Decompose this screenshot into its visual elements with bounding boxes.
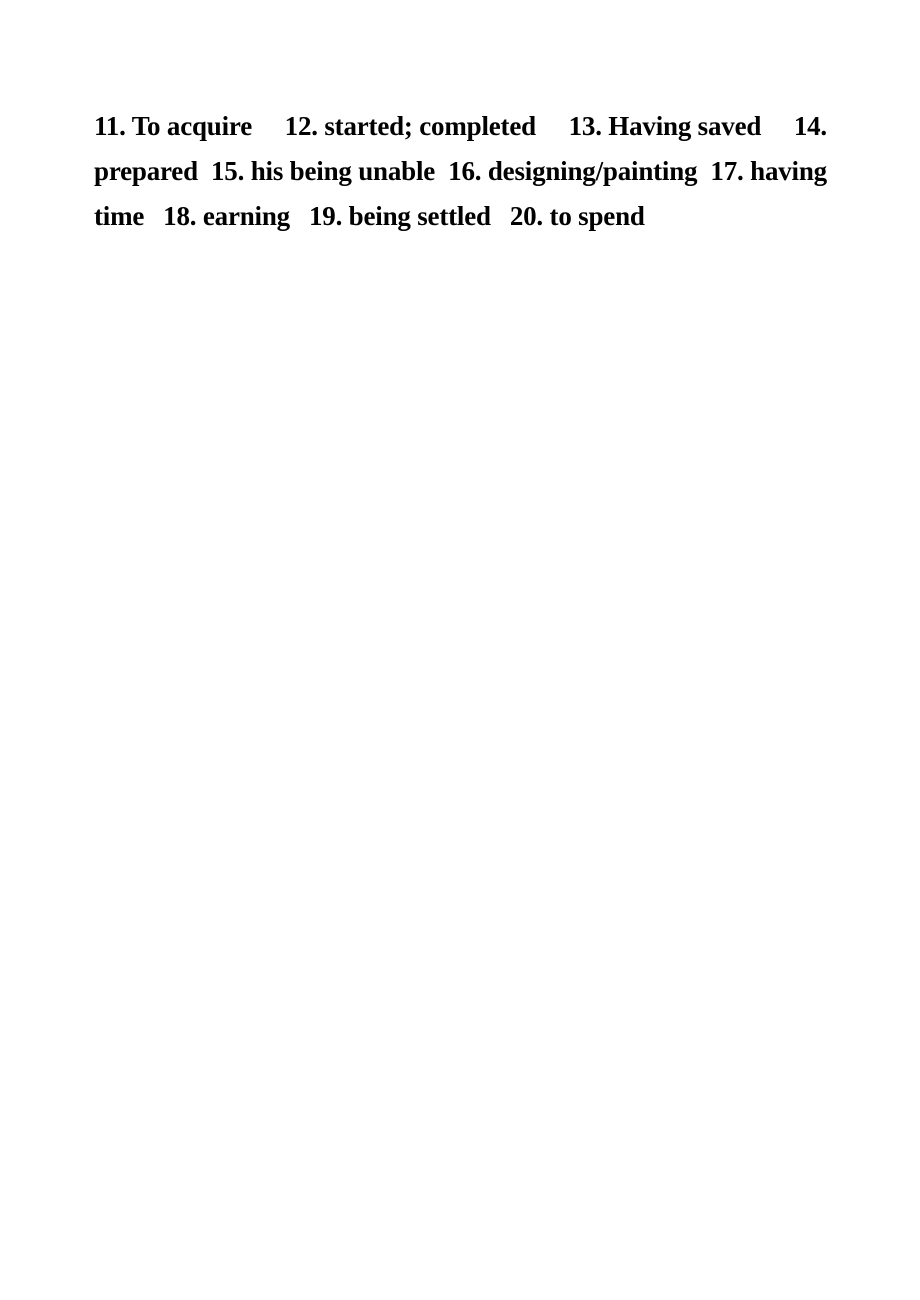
answer-item-15: 15. his being unable <box>211 156 436 186</box>
document-page: 11. To acquire 12. started; completed 13… <box>0 0 920 1300</box>
answer-item-14-text: prepared <box>94 156 198 186</box>
answer-item-17-part1: 17. having <box>710 156 827 186</box>
answer-key-block: 11. To acquire 12. started; completed 13… <box>94 104 827 239</box>
answer-item-19: 19. being settled <box>308 201 491 231</box>
answer-item-11: 11. To acquire <box>94 111 253 141</box>
answer-item-16: 16. designing/painting <box>448 156 698 186</box>
answer-item-18: 18. earning <box>163 201 290 231</box>
answer-item-12: 12. started; completed <box>284 111 536 141</box>
answer-item-20: 20. to spend <box>509 201 645 231</box>
answer-item-14-number: 14. <box>793 111 827 141</box>
answer-item-17-part2: time <box>94 201 145 231</box>
answer-item-13: 13. Having saved <box>568 111 762 141</box>
answer-line-1: 11. To acquire 12. started; completed 13… <box>94 104 827 149</box>
answer-line-3: time 18. earning 19. being settled 20. t… <box>94 194 827 239</box>
answer-line-2: prepared 15. his being unable 16. design… <box>94 149 827 194</box>
